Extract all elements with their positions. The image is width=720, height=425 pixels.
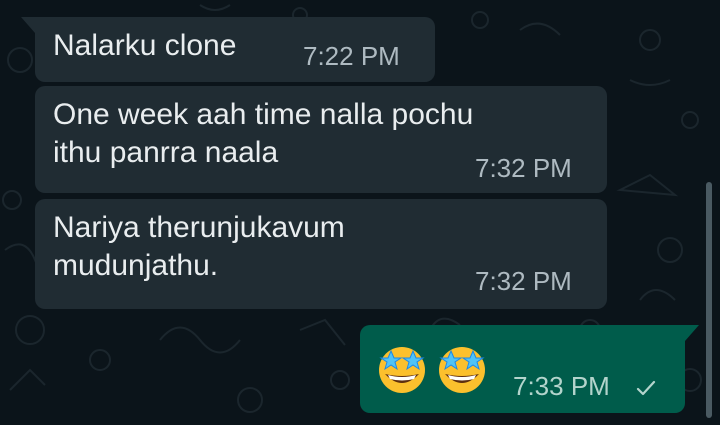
star-struck-emoji <box>379 347 425 393</box>
incoming-message[interactable]: One week aah time nalla pochu ithu panrr… <box>35 86 607 193</box>
message-text: Nariya therunjukavum mudunjathu. <box>53 211 345 282</box>
message-text: One week aah time nalla pochu ithu panrr… <box>53 98 474 169</box>
bubble-tail <box>685 325 699 341</box>
message-timestamp: 7:32 PM <box>475 153 572 183</box>
star-struck-emoji <box>439 347 485 393</box>
message-timestamp: 7:32 PM <box>475 266 572 296</box>
message-text: Nalarku clone <box>53 29 237 62</box>
message-timestamp: 7:22 PM <box>303 41 400 71</box>
incoming-message[interactable]: Nariya therunjukavum mudunjathu. 7:32 PM <box>35 199 607 309</box>
incoming-message[interactable]: Nalarku clone 7:22 PM <box>21 17 435 82</box>
outgoing-message[interactable]: 7:33 PM <box>360 325 699 413</box>
scrollbar[interactable] <box>706 182 712 418</box>
single-check-icon <box>636 380 656 396</box>
message-timestamp: 7:33 PM <box>513 371 610 401</box>
bubble-tail <box>21 17 35 33</box>
